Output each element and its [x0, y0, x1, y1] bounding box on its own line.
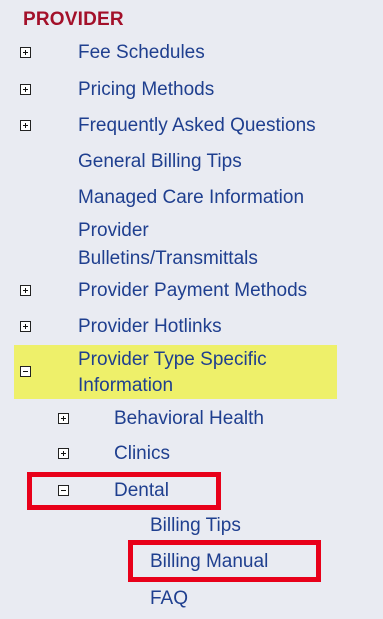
- nav-item-managed-care-information[interactable]: Managed Care Information: [78, 186, 304, 209]
- nav-item-clinics[interactable]: Clinics: [114, 442, 170, 465]
- nav-item-behavioral-health[interactable]: Behavioral Health: [114, 407, 264, 430]
- nav-item-provider-payment-methods[interactable]: Provider Payment Methods: [78, 279, 307, 302]
- nav-item-fee-schedules[interactable]: Fee Schedules: [78, 41, 205, 64]
- nav-item-billing-tips[interactable]: Billing Tips: [150, 514, 241, 537]
- nav-item-faq[interactable]: FAQ: [150, 587, 188, 610]
- expand-payment-methods-icon[interactable]: [20, 285, 31, 296]
- provider-nav-panel: PROVIDER Fee Schedules Pricing Methods F…: [0, 0, 383, 619]
- nav-item-billing-manual[interactable]: Billing Manual: [150, 550, 268, 573]
- nav-item-provider-type-specific-line1[interactable]: Provider Type Specific: [78, 348, 267, 371]
- collapse-provider-type-specific-icon[interactable]: [20, 366, 31, 377]
- nav-item-dental[interactable]: Dental: [114, 479, 169, 502]
- expand-clinics-icon[interactable]: [58, 448, 69, 459]
- nav-item-general-billing-tips[interactable]: General Billing Tips: [78, 150, 242, 173]
- collapse-dental-icon[interactable]: [58, 485, 69, 496]
- nav-item-provider-type-specific-line2[interactable]: Information: [78, 374, 173, 397]
- expand-pricing-methods-icon[interactable]: [20, 84, 31, 95]
- nav-item-provider-bulletins-line1[interactable]: Provider: [78, 219, 149, 242]
- expand-hotlinks-icon[interactable]: [20, 321, 31, 332]
- expand-behavioral-health-icon[interactable]: [58, 413, 69, 424]
- nav-item-frequently-asked-questions[interactable]: Frequently Asked Questions: [78, 114, 316, 137]
- nav-item-provider-hotlinks[interactable]: Provider Hotlinks: [78, 315, 222, 338]
- section-title: PROVIDER: [23, 9, 124, 30]
- nav-item-pricing-methods[interactable]: Pricing Methods: [78, 78, 214, 101]
- nav-item-provider-bulletins-line2[interactable]: Bulletins/Transmittals: [78, 247, 258, 270]
- expand-fee-schedules-icon[interactable]: [20, 47, 31, 58]
- expand-faq-icon[interactable]: [20, 120, 31, 131]
